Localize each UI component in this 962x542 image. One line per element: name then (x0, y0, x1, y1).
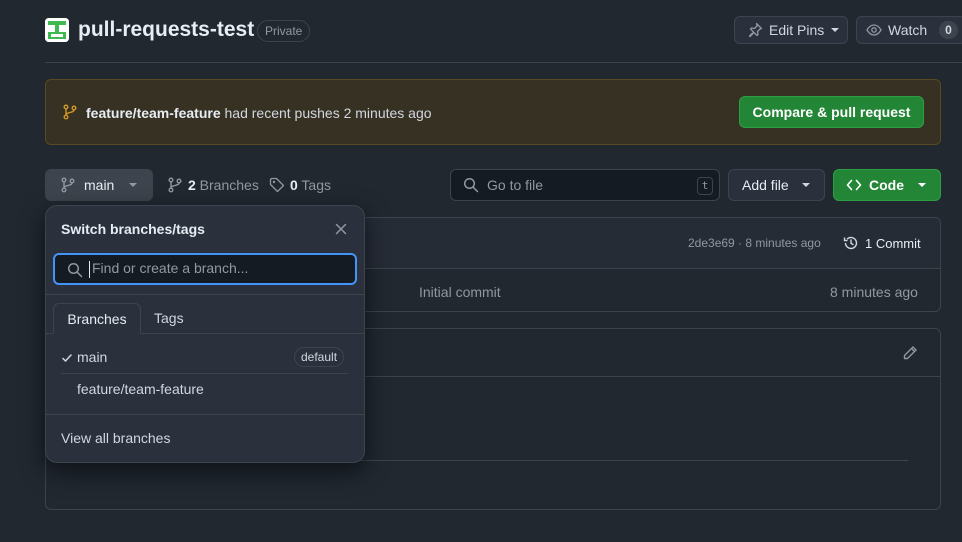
branches-count: 2 (188, 177, 196, 193)
go-to-file-placeholder: Go to file (487, 177, 544, 193)
commit-count-label: 1 Commit (865, 235, 921, 251)
banner-branch-name[interactable]: feature/team-feature (86, 105, 221, 121)
list-divider (61, 373, 348, 374)
history-icon (843, 235, 859, 251)
branch-switcher-popover (45, 205, 365, 463)
branches-link[interactable]: 2 Branches (167, 177, 259, 193)
branches-label: Branches (195, 177, 259, 193)
current-branch-label: main (84, 177, 115, 193)
search-icon (67, 262, 83, 278)
shortcut-key: t (697, 177, 713, 195)
branch-icon (60, 177, 76, 193)
watch-label: Watch (888, 22, 928, 38)
watch-count: 0 (939, 21, 958, 39)
eye-icon (866, 22, 882, 38)
readme-divider (330, 460, 908, 461)
commits-link[interactable]: 1 Commit (843, 235, 921, 251)
text-cursor (89, 261, 90, 278)
tag-icon (269, 177, 285, 193)
visibility-badge: Private (257, 20, 311, 42)
tags-label: Tags (297, 177, 332, 193)
branch-item-main[interactable]: main (77, 349, 107, 365)
compare-pull-request-button[interactable]: Compare & pull request (739, 96, 924, 128)
caret-down-icon (830, 25, 840, 35)
code-icon (846, 177, 862, 193)
banner-text: had recent pushes 2 minutes ago (220, 105, 432, 121)
add-file-label: Add file (742, 177, 789, 193)
default-badge: default (294, 347, 345, 367)
code-button[interactable]: Code (833, 169, 941, 201)
branch-search-placeholder: Find or create a branch... (92, 260, 249, 276)
pin-icon (747, 22, 763, 38)
tags-link[interactable]: 0 Tags (269, 177, 331, 193)
file-row-commit-message[interactable]: Initial commit (419, 284, 501, 300)
caret-down-icon (128, 180, 138, 190)
search-icon (463, 177, 479, 193)
branch-icon (167, 177, 183, 193)
repo-name[interactable]: pull-requests-test (78, 16, 254, 44)
caret-down-icon (917, 180, 927, 190)
branch-select-button[interactable]: main (45, 169, 153, 201)
repo-avatar (45, 18, 69, 42)
code-label: Code (869, 177, 904, 193)
branch-icon (62, 104, 78, 120)
edit-pins-label: Edit Pins (769, 22, 825, 38)
popover-footer-divider (46, 414, 364, 415)
popover-divider (46, 294, 364, 295)
file-row-time: 8 minutes ago (830, 284, 918, 300)
tab-branches[interactable]: Branches (53, 303, 141, 334)
branch-item-feature[interactable]: feature/team-feature (77, 381, 204, 397)
header-divider (45, 62, 962, 63)
popover-title: Switch branches/tags (61, 221, 205, 237)
close-icon[interactable] (333, 221, 349, 237)
check-icon (62, 353, 72, 363)
tab-tags[interactable]: Tags (154, 310, 184, 326)
caret-down-icon (801, 180, 811, 190)
pencil-icon[interactable] (902, 345, 918, 361)
add-file-button[interactable]: Add file (728, 169, 825, 201)
tags-count: 0 (290, 177, 298, 193)
view-all-branches-link[interactable]: View all branches (61, 430, 170, 446)
banner-message: feature/team-feature had recent pushes 2… (86, 104, 432, 122)
watch-button[interactable]: Watch 0 (856, 16, 962, 44)
commit-hash-time[interactable]: 2de3e69 · 8 minutes ago (688, 236, 821, 250)
go-to-file-input[interactable]: Go to file t (450, 169, 720, 201)
edit-pins-button[interactable]: Edit Pins (734, 16, 848, 44)
